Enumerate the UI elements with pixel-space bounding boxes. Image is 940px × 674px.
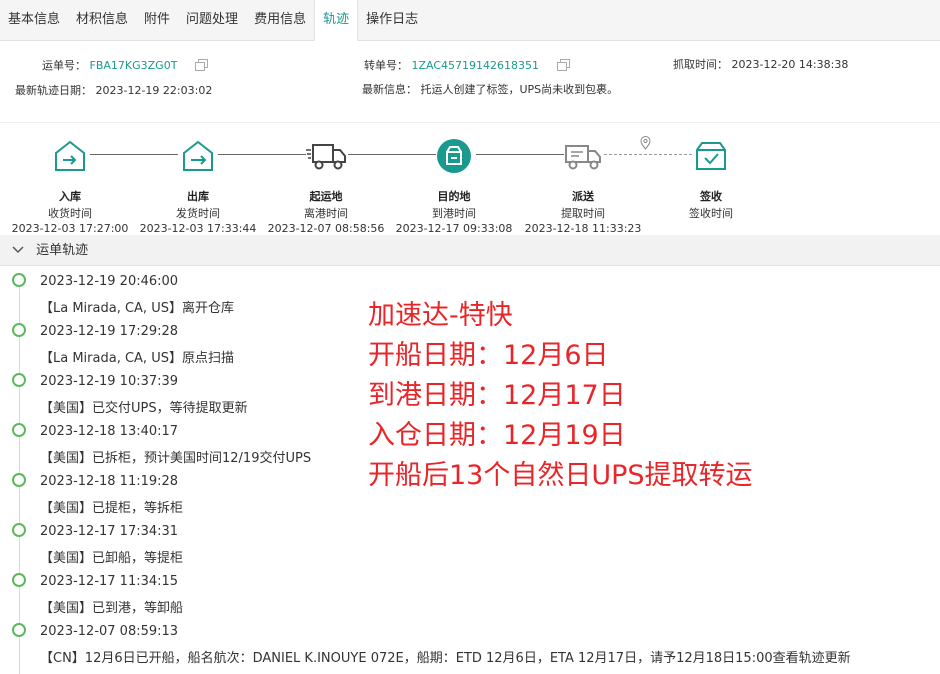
timeline-dot xyxy=(12,523,26,537)
event-desc: 【美国】已卸船，等提柜 xyxy=(40,551,184,566)
step-sub: 签收时间 xyxy=(689,207,733,220)
tab-fee-info[interactable]: 费用信息 xyxy=(246,0,314,40)
event-desc: 【美国】已交付UPS，等待提取更新 xyxy=(40,401,248,416)
timeline-event: 2023-12-17 11:34:15 【美国】已到港，等卸船 xyxy=(0,566,940,616)
step-sub: 离港时间 xyxy=(304,207,348,220)
note-line: 入仓日期：12月19日 xyxy=(368,420,626,451)
event-time: 2023-12-07 08:59:13 xyxy=(40,624,179,639)
event-desc: 【La Mirada, CA, US】离开仓库 xyxy=(40,301,234,316)
tab-tracking[interactable]: 轨迹 xyxy=(314,0,359,41)
step-name: 入库 xyxy=(59,190,81,203)
step-name: 派送 xyxy=(572,190,594,203)
latest-info-value: 托运人创建了标签，UPS尚未收到包裹。 xyxy=(420,83,619,96)
waybill-value[interactable]: FBA17KG3ZG0T xyxy=(90,59,178,72)
transfer-label: 转单号： xyxy=(364,59,408,72)
step-destination: 目的地 到港时间 2023-12-17 09:33:08 xyxy=(389,136,519,235)
tab-basic-info[interactable]: 基本信息 xyxy=(0,0,68,40)
timeline-dot xyxy=(12,573,26,587)
timeline-dot xyxy=(12,373,26,387)
timeline-dot xyxy=(12,473,26,487)
warehouse-in-icon xyxy=(5,136,135,176)
note-line: 加速达-特快 xyxy=(368,300,513,331)
event-time: 2023-12-19 10:37:39 xyxy=(40,374,179,389)
step-warehouse-in: 入库 收货时间 2023-12-03 17:27:00 xyxy=(5,136,135,235)
step-name: 签收 xyxy=(700,190,722,203)
step-delivery: 派送 提取时间 2023-12-18 11:33:23 xyxy=(518,136,648,235)
step-time: 2023-12-17 09:33:08 xyxy=(395,222,513,235)
timeline-event: 2023-12-07 08:59:13 【CN】12月6日已开船，船名航次：DA… xyxy=(0,616,940,666)
fetch-time-value: 2023-12-20 14:38:38 xyxy=(731,58,849,71)
timeline-dot xyxy=(12,323,26,337)
latest-date-label: 最新轨迹日期： xyxy=(15,84,92,97)
tab-issue-handling[interactable]: 问题处理 xyxy=(178,0,246,40)
event-desc: 【美国】已提柜，等拆柜 xyxy=(40,501,184,516)
signed-box-icon xyxy=(646,136,776,176)
event-time: 2023-12-18 11:19:28 xyxy=(40,474,179,489)
destination-icon xyxy=(389,136,519,176)
latest-date-field: 最新轨迹日期： 2023-12-19 22:03:02 xyxy=(15,82,212,98)
fetch-time-label: 抓取时间： xyxy=(673,58,728,71)
delivery-truck-icon xyxy=(518,136,648,176)
fetch-time-field: 抓取时间： 2023-12-20 14:38:38 xyxy=(673,56,848,72)
tab-operation-log[interactable]: 操作日志 xyxy=(358,0,426,40)
event-time: 2023-12-17 17:34:31 xyxy=(40,524,179,539)
note-line: 开船日期：12月6日 xyxy=(368,340,609,371)
latest-info-field: 最新信息： 托运人创建了标签，UPS尚未收到包裹。 xyxy=(362,81,618,97)
waybill-label: 运单号： xyxy=(42,59,86,72)
note-line: 到港日期：12月17日 xyxy=(368,380,626,411)
tab-bar: 基本信息 材积信息 附件 问题处理 费用信息 轨迹 操作日志 xyxy=(0,0,940,41)
chevron-down-icon[interactable] xyxy=(12,235,24,266)
note-line: 开船后13个自然日UPS提取转运 xyxy=(368,460,753,491)
step-sub: 发货时间 xyxy=(176,207,220,220)
event-desc: 【CN】12月6日已开船，船名航次：DANIEL K.INOUYE 072E，船… xyxy=(40,651,851,666)
tab-attachments[interactable]: 附件 xyxy=(136,0,178,40)
waybill-field: 运单号： FBA17KG3ZG0T xyxy=(42,57,208,74)
step-warehouse-out: 出库 发货时间 2023-12-03 17:33:44 xyxy=(133,136,263,235)
progress-steps: 入库 收货时间 2023-12-03 17:27:00 出库 发货时间 2023… xyxy=(0,124,940,235)
step-name: 起运地 xyxy=(309,190,343,203)
truck-icon xyxy=(261,136,391,176)
step-name: 目的地 xyxy=(437,190,471,203)
event-time: 2023-12-17 11:34:15 xyxy=(40,574,179,589)
copy-icon[interactable] xyxy=(194,58,208,74)
timeline-dot xyxy=(12,423,26,437)
timeline-event: 2023-12-17 17:34:31 【美国】已卸船，等提柜 xyxy=(0,516,940,566)
step-name: 出库 xyxy=(187,190,209,203)
tracking-section-header[interactable]: 运单轨迹 xyxy=(0,235,940,266)
step-origin: 起运地 离港时间 2023-12-07 08:58:56 xyxy=(261,136,391,235)
shipment-info: 运单号： FBA17KG3ZG0T 转单号： 1ZAC4571914261835… xyxy=(0,41,940,123)
event-desc: 【美国】已拆柜，预计美国时间12/19交付UPS xyxy=(40,451,312,466)
event-time: 2023-12-19 17:29:28 xyxy=(40,324,179,339)
latest-date-value: 2023-12-19 22:03:02 xyxy=(95,84,213,97)
step-sub: 收货时间 xyxy=(48,207,92,220)
annotation-note: 加速达-特快 开船日期：12月6日 到港日期：12月17日 入仓日期：12月19… xyxy=(368,296,753,496)
step-time: 2023-12-03 17:33:44 xyxy=(139,222,257,235)
latest-info-label: 最新信息： xyxy=(362,83,417,96)
step-sub: 到港时间 xyxy=(432,207,476,220)
section-title: 运单轨迹 xyxy=(36,243,89,258)
tab-volume-info[interactable]: 材积信息 xyxy=(68,0,136,40)
transfer-field: 转单号： 1ZAC45719142618351 xyxy=(364,57,570,74)
warehouse-out-icon xyxy=(133,136,263,176)
event-desc: 【美国】已到港，等卸船 xyxy=(40,601,184,616)
event-desc: 【La Mirada, CA, US】原点扫描 xyxy=(40,351,234,366)
step-sub: 提取时间 xyxy=(561,207,605,220)
event-time: 2023-12-18 13:40:17 xyxy=(40,424,179,439)
step-time: 2023-12-03 17:27:00 xyxy=(11,222,129,235)
copy-icon[interactable] xyxy=(556,58,570,74)
timeline-dot xyxy=(12,623,26,637)
transfer-value[interactable]: 1ZAC45719142618351 xyxy=(412,59,540,72)
timeline-dot xyxy=(12,273,26,287)
step-signed: 签收 签收时间 xyxy=(646,136,776,222)
event-time: 2023-12-19 20:46:00 xyxy=(40,274,179,289)
step-time: 2023-12-07 08:58:56 xyxy=(267,222,385,235)
step-time: 2023-12-18 11:33:23 xyxy=(524,222,642,235)
